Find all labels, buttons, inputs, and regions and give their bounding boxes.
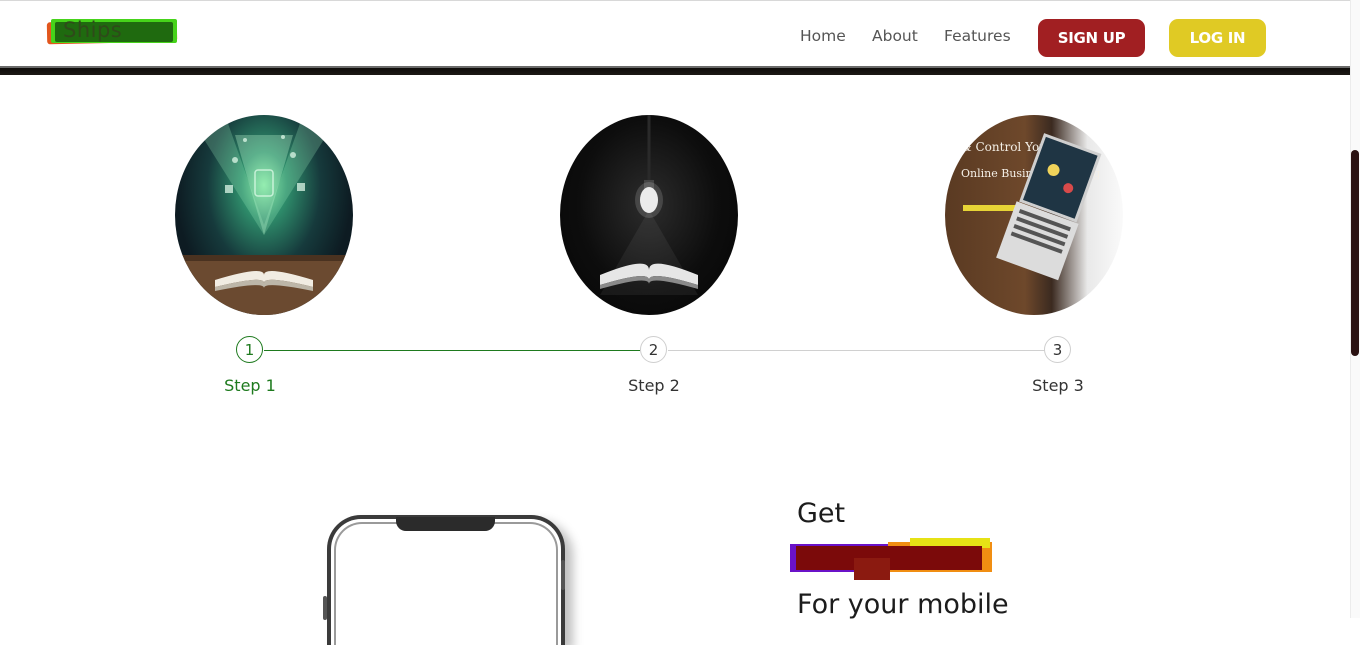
phone-mockup xyxy=(327,515,565,645)
step-2-image xyxy=(560,115,738,315)
signup-button[interactable]: SIGN UP xyxy=(1038,19,1145,57)
top-navbar: Ships Home About Features SIGN UP LOG IN xyxy=(0,0,1350,67)
promo-heading-mobile: For your mobile xyxy=(797,589,1009,620)
login-button[interactable]: LOG IN xyxy=(1169,19,1266,57)
phone-side-button xyxy=(561,560,565,590)
stepper-progress-line xyxy=(264,350,640,351)
stepper-remaining-line xyxy=(668,350,1045,351)
header-divider xyxy=(0,66,1350,75)
step-3-image: & Control Your Online Business Meeting xyxy=(945,115,1123,315)
phone-volume-button xyxy=(323,596,327,620)
step-1-indicator[interactable]: 1 xyxy=(236,336,263,363)
nav-home[interactable]: Home xyxy=(800,27,846,45)
step-2-label: Step 2 xyxy=(628,376,680,395)
logo[interactable]: Ships xyxy=(46,18,179,49)
page-scrollbar-thumb[interactable] xyxy=(1351,150,1359,356)
nav-features[interactable]: Features xyxy=(944,27,1011,45)
step-1-label: Step 1 xyxy=(224,376,276,395)
step-3-label: Step 3 xyxy=(1032,376,1084,395)
nav-about[interactable]: About xyxy=(872,27,918,45)
phone-notch xyxy=(396,517,495,531)
step-3-indicator[interactable]: 3 xyxy=(1044,336,1071,363)
promo-heading-get: Get xyxy=(797,498,846,529)
step-2-indicator[interactable]: 2 xyxy=(640,336,667,363)
redacted-brand-name xyxy=(790,538,995,584)
logo-text: Ships xyxy=(63,18,123,42)
step-1-image xyxy=(175,115,353,315)
